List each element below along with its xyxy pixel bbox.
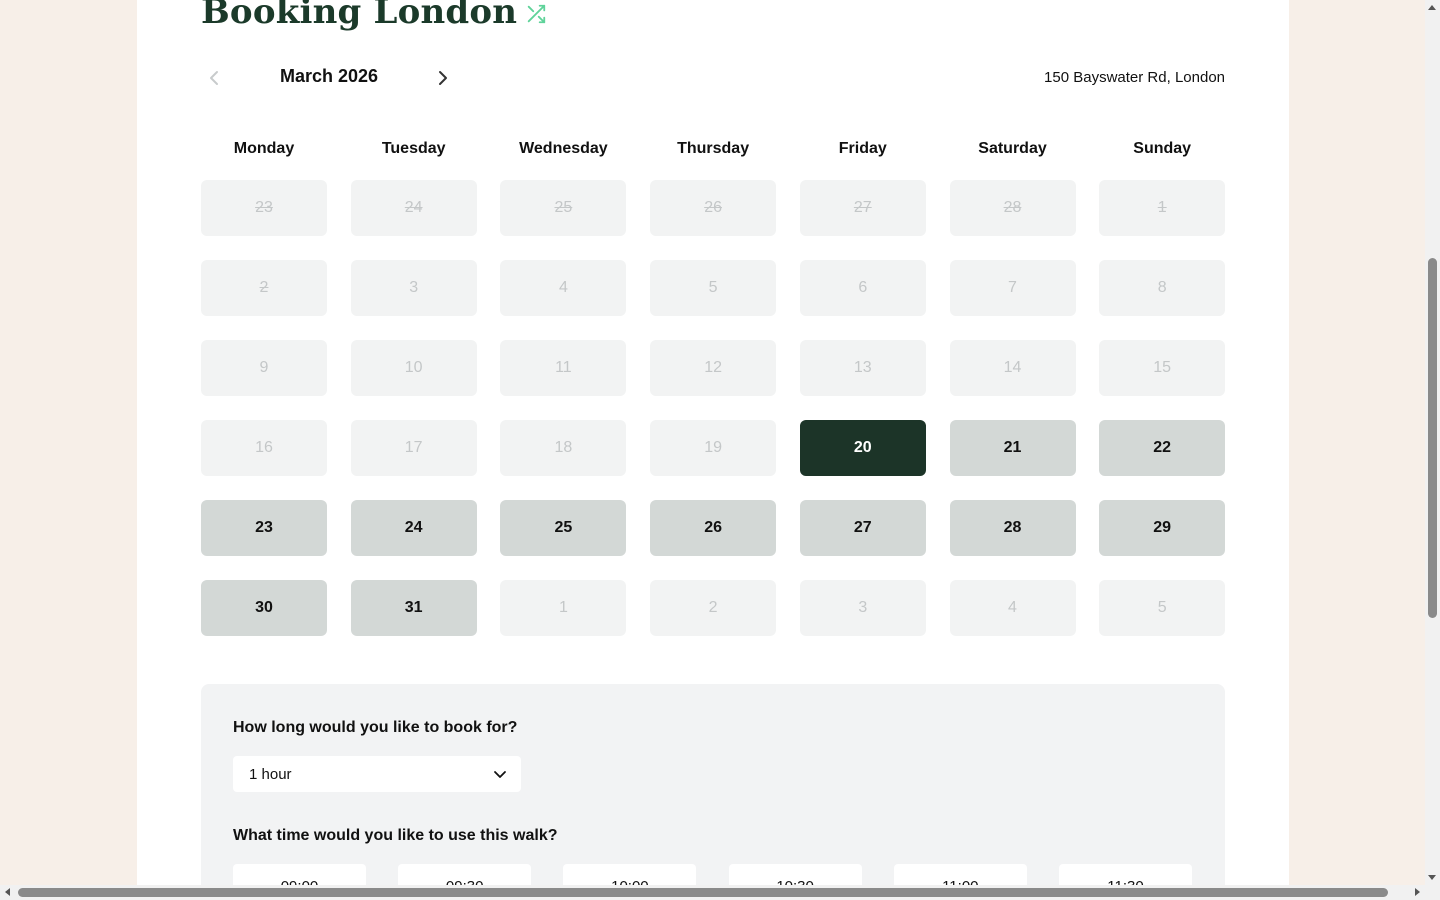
calendar-day: 5	[1099, 580, 1226, 636]
booking-page: Booking London March 2026 150 Bayswater …	[137, 0, 1289, 885]
calendar-day: 12	[650, 340, 777, 396]
calendar-day[interactable]: 24	[350, 500, 477, 556]
weekday-label: Thursday	[677, 140, 750, 157]
calendar-day[interactable]: 22	[1099, 420, 1226, 476]
calendar-day: 2	[650, 580, 777, 636]
calendar-day: 8	[1099, 260, 1226, 316]
weekday-label: Wednesday	[519, 140, 608, 157]
time-slot-button[interactable]: 10:00	[563, 864, 697, 885]
page-title: Booking London	[201, 0, 518, 32]
calendar-day: 9	[201, 340, 327, 396]
vertical-scroll-thumb[interactable]	[1428, 258, 1437, 618]
calendar-day: 15	[1099, 340, 1226, 396]
weekday-label: Sunday	[1133, 140, 1192, 157]
calendar-day[interactable]: 23	[201, 500, 327, 556]
calendar-day[interactable]: 21	[949, 420, 1076, 476]
calendar-day[interactable]: 29	[1099, 500, 1226, 556]
time-slot-button[interactable]: 10:30	[728, 864, 862, 885]
calendar-day[interactable]: 27	[799, 500, 926, 556]
time-slot-button[interactable]: 11:30	[1059, 864, 1192, 885]
calendar-day: 10	[350, 340, 477, 396]
scroll-down-arrow[interactable]	[1428, 875, 1436, 880]
booking-options-panel: How long would you like to book for? 1 h…	[201, 684, 1225, 885]
calendar-day: 3	[350, 260, 477, 316]
horizontal-scrollbar[interactable]	[0, 885, 1440, 900]
calendar-day: 26	[650, 180, 777, 236]
scroll-right-arrow[interactable]	[1415, 888, 1420, 896]
calendar-day: 11	[500, 340, 627, 396]
calendar-day: 14	[949, 340, 1076, 396]
scroll-left-arrow[interactable]	[5, 888, 10, 896]
duration-select[interactable]: 1 hour	[233, 756, 521, 792]
chevron-left-icon	[210, 71, 218, 85]
calendar-day: 24	[350, 180, 477, 236]
calendar-day: 3	[799, 580, 926, 636]
time-slot-button[interactable]: 09:00	[233, 864, 366, 885]
calendar-day[interactable]: 30	[201, 580, 327, 636]
horizontal-scroll-thumb[interactable]	[18, 888, 1388, 897]
calendar-day[interactable]: 28	[949, 500, 1076, 556]
calendar-day: 4	[949, 580, 1076, 636]
next-month-button[interactable]	[430, 66, 454, 90]
time-slot-button[interactable]: 09:30	[398, 864, 532, 885]
title-row: Booking London	[201, 0, 547, 36]
calendar-day: 28	[949, 180, 1076, 236]
calendar-day: 4	[500, 260, 627, 316]
calendar-day[interactable]: 25	[500, 500, 627, 556]
shuffle-icon[interactable]	[525, 3, 547, 25]
scroll-up-arrow[interactable]	[1428, 5, 1436, 10]
time-slot-button[interactable]: 11:00	[893, 864, 1027, 885]
month-label: March 2026	[280, 66, 379, 86]
calendar-day: 7	[949, 260, 1076, 316]
weekday-label: Saturday	[978, 140, 1047, 157]
location-address: 150 Bayswater Rd, London	[1044, 69, 1225, 86]
calendar-day-selected[interactable]: 20	[799, 420, 926, 476]
calendar-day: 18	[500, 420, 627, 476]
weekday-label: Monday	[233, 140, 295, 157]
weekday-label: Friday	[838, 140, 887, 157]
calendar-day: 13	[799, 340, 926, 396]
vertical-scrollbar[interactable]	[1425, 0, 1440, 885]
calendar-day: 17	[350, 420, 477, 476]
weekday-header: Monday Tuesday Wednesday Thursday Friday Satu…	[201, 140, 1225, 164]
chevron-down-icon	[494, 771, 506, 778]
calendar-day[interactable]: 26	[650, 500, 777, 556]
calendar-day: 16	[201, 420, 327, 476]
calendar-day: 23	[201, 180, 327, 236]
calendar-day: 25	[500, 180, 627, 236]
calendar-day: 1	[500, 580, 627, 636]
calendar-day: 5	[650, 260, 777, 316]
duration-value: 1 hour	[249, 765, 292, 783]
time-question: What time would you like to use this wal…	[233, 827, 558, 844]
calendar-day: 6	[799, 260, 926, 316]
calendar-day: 27	[799, 180, 926, 236]
previous-month-button[interactable]	[203, 66, 227, 90]
calendar-day: 1	[1099, 180, 1226, 236]
chevron-right-icon	[439, 71, 447, 85]
calendar-day: 2	[201, 260, 327, 316]
duration-question: How long would you like to book for?	[233, 719, 518, 736]
weekday-label: Tuesday	[381, 140, 446, 157]
calendar-day[interactable]: 31	[350, 580, 477, 636]
month-navigation: March 2026 150 Bayswater Rd, London	[201, 60, 1225, 96]
calendar-day: 19	[650, 420, 777, 476]
